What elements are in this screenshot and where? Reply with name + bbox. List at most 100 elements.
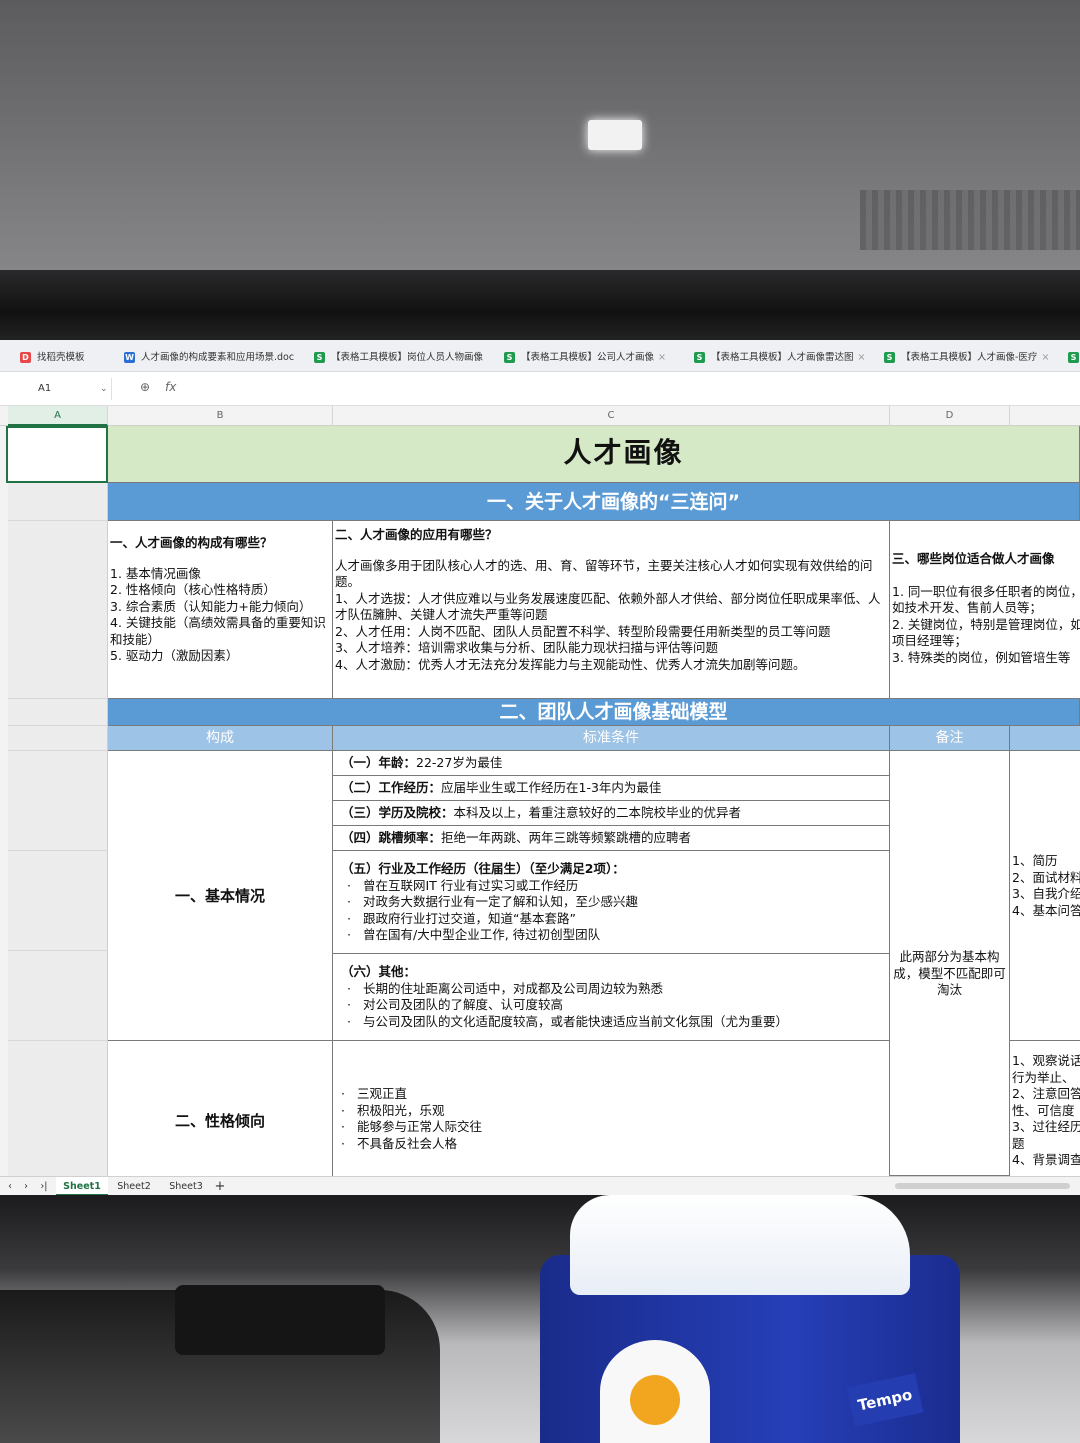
header-criteria[interactable]: 标准条件 [333, 726, 890, 751]
column-header-b[interactable]: B [108, 406, 333, 426]
remark-cell[interactable]: 此两部分为基本构成，模型不匹配即可淘汰 [890, 751, 1010, 1176]
list-item: 2、人才任用：人岗不匹配、团队人员配置不科学、转型阶段需要任用新类型的员工等问题 [335, 623, 831, 639]
criteria-text: 应届毕业生或工作经历在1-3年内为最佳 [441, 780, 662, 795]
doc-tab-1[interactable]: W 人才画像的构成要素和应用场景.doc [124, 346, 304, 370]
name-box[interactable]: A1 [0, 378, 112, 400]
word-icon: W [124, 352, 135, 363]
personality-criteria[interactable]: 三观正直 积极阳光，乐观 能够参与正常人际交往 不具备反社会人格 [333, 1041, 890, 1176]
criteria-work[interactable]: （二）工作经历：应届毕业生或工作经历在1-3年内为最佳 [333, 776, 890, 801]
list-item: 2、面试材料 [1012, 869, 1080, 885]
list-item: 题 [1012, 1135, 1025, 1151]
cell-a[interactable] [8, 521, 108, 699]
criteria-industry[interactable]: （五）行业及工作经历（往届生）（至少满足2项）： 曾在互联网IT 行业有过实习或… [333, 851, 890, 954]
list-item: 4. 关键技能（高绩效需具备的重要知识和技能） [110, 615, 326, 647]
criteria-other[interactable]: （六）其他： 长期的住址距离公司适中，对成都及公司周边较为熟悉 对公司及团队的了… [333, 954, 890, 1041]
list-item: 3. 特殊类的岗位，例如管培生等 [892, 649, 1071, 665]
list-item: 曾在国有/大中型企业工作, 待过初创型团队 [347, 927, 887, 944]
chevron-down-icon[interactable]: ⌄ [100, 378, 108, 400]
sheet-tab-1[interactable]: Sheet1 [56, 1177, 108, 1195]
cell-a[interactable] [8, 699, 108, 726]
list-item: 4、人才激励：优秀人才无法充分发挥能力与主观能动性、优秀人才流失加剧等问题。 [335, 656, 806, 672]
horizontal-scrollbar[interactable] [895, 1183, 1070, 1189]
close-icon[interactable]: × [858, 352, 866, 363]
prev-sheet-icon[interactable]: ‹ [4, 1177, 16, 1195]
personality-label[interactable]: 二、性格倾向 [108, 1041, 333, 1176]
header-remark[interactable]: 备注 [890, 726, 1010, 751]
question1-heading: 一、人才画像的构成有哪些？ [110, 535, 273, 550]
document-tab-bar: D 找稻壳模板 W 人才画像的构成要素和应用场景.doc S 【表格工具模板】岗位人员… [0, 340, 1080, 372]
header-method[interactable] [1010, 726, 1080, 751]
list-item: 能够参与正常人际交往 [341, 1119, 887, 1136]
method-cell-personality[interactable]: 1、观察说话 行为举止、 2、注意回答 性、可信度 3、过往经历 题 4、背景调… [1010, 1041, 1080, 1176]
header-composition[interactable]: 构成 [108, 726, 333, 751]
list-item: 4、背景调查 [1012, 1152, 1080, 1167]
list-item: 1、人才选拔：人才供应难以与业务发展速度匹配、依赖外部人才供给、部分岗位任职成果… [335, 590, 881, 623]
cell-a[interactable] [8, 726, 108, 751]
next-sheet-icon[interactable]: › [20, 1177, 32, 1195]
close-icon[interactable]: × [1041, 352, 1049, 363]
monitor-bezel [0, 270, 1080, 340]
doc-tab-3[interactable]: S 【表格工具模板】公司人才画像 × [504, 346, 680, 370]
list-item: 1. 同一职位有很多任职者的岗位，如技术开发、售前人员等； [892, 583, 1080, 616]
question1-cell[interactable]: 一、人才画像的构成有哪些？ 1. 基本情况画像 2. 性格倾向（核心性格特质） … [108, 521, 333, 699]
row-headers [0, 426, 8, 1176]
question3-heading: 三、哪些岗位适合做人才画像 [892, 551, 1055, 566]
criteria-education[interactable]: （三）学历及院校：本科及以上，着重注意较好的二本院校毕业的优异者 [333, 801, 890, 826]
list-item: 3、自我介绍 [1012, 886, 1080, 901]
close-icon[interactable]: × [658, 352, 666, 363]
column-header-a[interactable]: A [8, 406, 108, 426]
basic-info-label[interactable]: 一、基本情况 [108, 751, 333, 1041]
list-item: 2. 性格倾向（核心性格特质） [110, 582, 276, 597]
list-item: 三观正直 [341, 1086, 887, 1103]
last-sheet-icon[interactable]: ›| [36, 1177, 52, 1195]
criteria-job-hopping[interactable]: （四）跳槽频率：拒绝一年两跳、两年三跳等频繁跳槽的应聘者 [333, 826, 890, 851]
criteria-label: （一）年龄： [341, 755, 417, 770]
column-header-e[interactable] [1010, 406, 1080, 426]
cell-a[interactable] [8, 1041, 108, 1176]
doc-tab-overflow[interactable]: S [1068, 346, 1080, 370]
doc-tab-4[interactable]: S 【表格工具模板】人才画像雷达图 × [694, 346, 870, 370]
doc-tab-0[interactable]: D 找稻壳模板 [20, 346, 116, 370]
add-sheet-button[interactable]: + [212, 1177, 228, 1195]
list-item: 行为举止、 [1012, 1069, 1075, 1085]
column-header-c[interactable]: C [333, 406, 890, 426]
cell-a[interactable] [8, 483, 108, 521]
doc-tab-2[interactable]: S 【表格工具模板】岗位人员人物画像 [314, 346, 490, 370]
criteria-label: （三）学历及院校： [341, 805, 454, 820]
cell-a[interactable] [8, 751, 108, 851]
ceiling-light [588, 120, 642, 150]
criteria-label: （二）工作经历： [341, 780, 442, 795]
sheet-tab-2[interactable]: Sheet2 [110, 1177, 158, 1195]
question2-cell[interactable]: 二、人才画像的应用有哪些？ 人才画像多用于团队核心人才的选、用、育、留等环节，主… [333, 521, 890, 699]
column-header-d[interactable]: D [890, 406, 1010, 426]
cell-a[interactable] [8, 851, 108, 951]
criteria-age[interactable]: （一）年龄：22-27岁为最佳 [333, 751, 890, 776]
sheet-tab-3[interactable]: Sheet3 [162, 1177, 210, 1195]
sheet-title[interactable]: 人才画像 [108, 426, 1080, 483]
criteria-text: 拒绝一年两跳、两年三跳等频繁跳槽的应聘者 [441, 830, 692, 845]
power-adapter [175, 1285, 385, 1355]
cell-a1-selected[interactable] [6, 426, 108, 483]
section1-banner[interactable]: 一、关于人才画像的“三连问” [108, 483, 1080, 521]
zoom-icon[interactable]: ⊕ [140, 380, 150, 394]
sheet-icon: S [1068, 352, 1079, 363]
criteria-text: 22-27岁为最佳 [416, 755, 503, 770]
question3-cell[interactable]: 三、哪些岗位适合做人才画像 1. 同一职位有很多任职者的岗位，如技术开发、售前人… [890, 521, 1080, 699]
criteria-text: 本科及以上，着重注意较好的二本院校毕业的优异者 [453, 805, 742, 820]
doc-tab-5[interactable]: S 【表格工具模板】人才画像-医疗 × [884, 346, 1060, 370]
fx-icon[interactable]: fx [165, 380, 176, 394]
list-item: 2、注意回答 [1012, 1086, 1080, 1101]
list-item: 性、可信度 [1012, 1102, 1075, 1118]
list-item: 1、观察说话 [1012, 1053, 1080, 1068]
criteria-label: （五）行业及工作经历（往届生）（至少满足2项）： [341, 861, 625, 876]
method-cell-basic[interactable]: 1、简历 2、面试材料 3、自我介绍 4、基本问答 [1010, 751, 1080, 1041]
question2-heading: 二、人才画像的应用有哪些？ [335, 527, 498, 542]
list-item: 4、基本问答 [1012, 902, 1080, 918]
section2-banner[interactable]: 二、团队人才画像基础模型 [108, 699, 1080, 726]
list-item: 曾在互联网IT 行业有过实习或工作经历 [347, 878, 887, 895]
list-item: 1. 基本情况画像 [110, 565, 201, 581]
question2-intro: 人才画像多用于团队核心人才的选、用、育、留等环节，主要关注核心人才如何实现有效供… [335, 557, 873, 590]
list-item: 3、人才培养：培训需求收集与分析、团队能力现状扫描与评估等问题 [335, 640, 718, 655]
ceiling-vent [860, 190, 1080, 250]
cell-a[interactable] [8, 951, 108, 1041]
